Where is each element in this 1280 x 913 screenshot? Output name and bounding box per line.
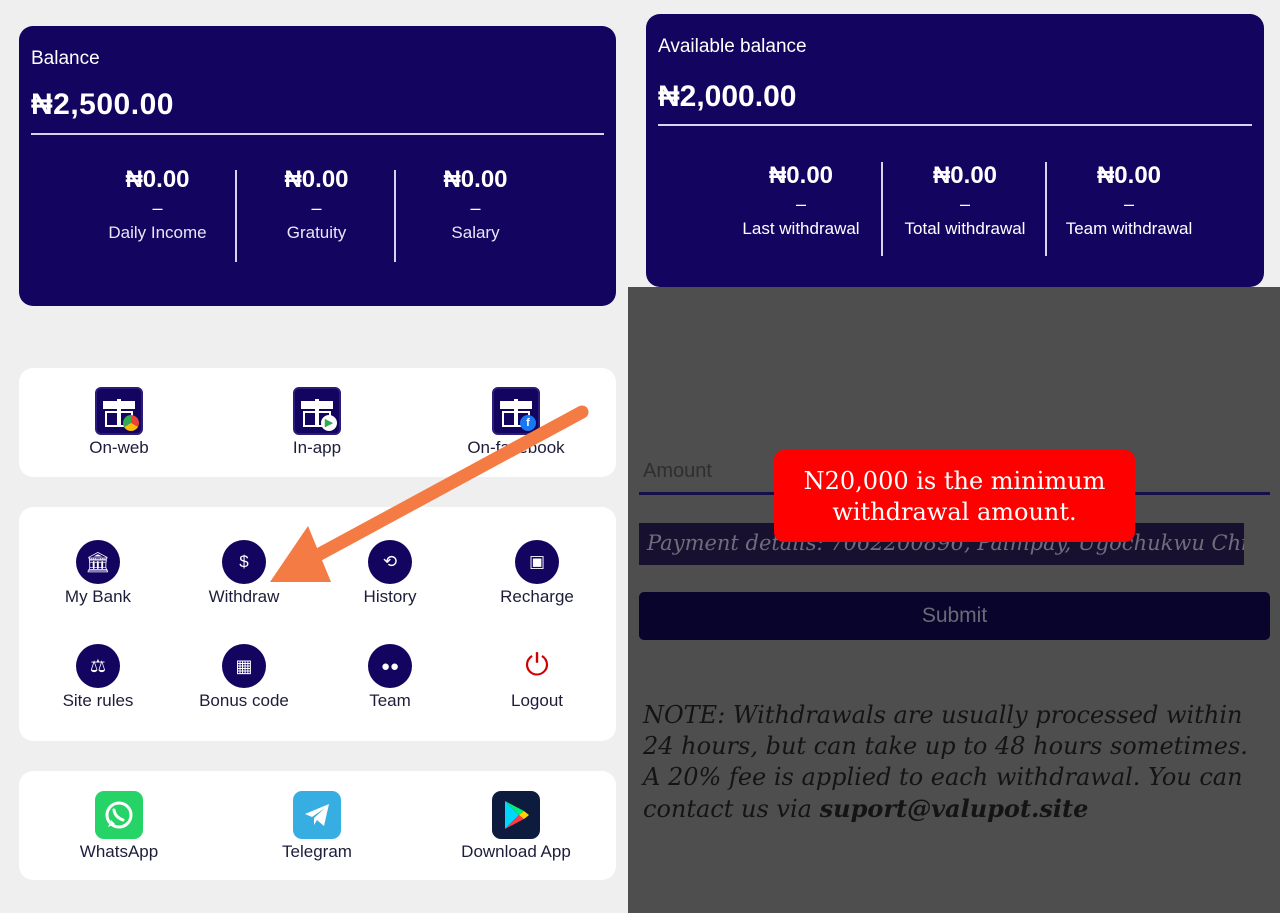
stat-label: Salary	[451, 223, 500, 242]
stat-label: Team withdrawal	[1065, 219, 1193, 238]
menu-label: My Bank	[64, 587, 132, 606]
menu-team[interactable]: ●● Team	[315, 644, 465, 711]
stat-dash: –	[311, 198, 322, 218]
left-screen: Balance ₦2,500.00 ₦0.00 – Daily Income ₦…	[0, 0, 628, 913]
menu-label: Logout	[511, 691, 563, 710]
google-play-icon	[492, 791, 540, 839]
withdrawal-stats: ₦0.00 – Last withdrawal ₦0.00 – Total wi…	[719, 162, 1211, 256]
menu-label: Site rules	[62, 691, 134, 710]
balance-stats: ₦0.00 – Daily Income ₦0.00 – Gratuity ₦0…	[78, 166, 555, 262]
stat-salary: ₦0.00 – Salary	[396, 166, 555, 243]
menu-label: Recharge	[500, 587, 574, 606]
stat-value: ₦0.00	[443, 166, 508, 193]
task-on-web[interactable]: On-web	[44, 387, 194, 458]
stat-dash: –	[795, 194, 806, 214]
social-download-app[interactable]: Download App	[441, 791, 591, 862]
menu-logout[interactable]: ⏻ Logout	[462, 644, 612, 711]
stat-value: ₦0.00	[284, 166, 349, 193]
gift-playstore-icon: ▶	[293, 387, 341, 435]
gift-chrome-icon	[95, 387, 143, 435]
social-label: WhatsApp	[79, 842, 159, 861]
task-label: On-facebook	[467, 438, 565, 457]
stat-label: Daily Income	[108, 223, 207, 242]
toast-line-2: withdrawal amount.	[832, 498, 1077, 526]
stat-value: ₦0.00	[932, 162, 998, 189]
gavel-icon: ⚖	[76, 644, 120, 688]
task-label: In-app	[292, 438, 342, 457]
menu-label: Team	[369, 691, 411, 710]
right-screen: Available balance ₦2,000.00 ₦0.00 – Last…	[628, 0, 1280, 913]
menu-label: Bonus code	[199, 691, 289, 710]
menu-withdraw[interactable]: $ Withdraw	[169, 540, 319, 607]
social-telegram[interactable]: Telegram	[242, 791, 392, 862]
available-label: Available balance	[658, 36, 807, 57]
stat-dash: –	[1123, 194, 1134, 214]
menu-bonus-code[interactable]: ▦ Bonus code	[169, 644, 319, 711]
gift-facebook-icon: f	[492, 387, 540, 435]
social-label: Telegram	[282, 842, 352, 861]
balance-card: Balance ₦2,500.00 ₦0.00 – Daily Income ₦…	[19, 26, 616, 306]
toast-line-1: N20,000 is the minimum	[803, 467, 1106, 495]
socials-card: WhatsApp Telegram Download App	[19, 771, 616, 880]
telegram-icon	[293, 791, 341, 839]
stat-dash: –	[470, 198, 481, 218]
stat-label: Gratuity	[286, 223, 347, 242]
menu-recharge[interactable]: ▣ Recharge	[462, 540, 612, 607]
task-label: On-web	[89, 438, 149, 457]
stat-value: ₦0.00	[768, 162, 834, 189]
bank-icon: 🏛	[76, 540, 120, 584]
menu-site-rules[interactable]: ⚖ Site rules	[23, 644, 173, 711]
balance-label: Balance	[31, 48, 100, 69]
stat-label: Total withdrawal	[904, 219, 1026, 238]
divider	[658, 124, 1252, 126]
divider	[31, 133, 604, 135]
history-icon: ⟲	[368, 540, 412, 584]
stat-total-withdrawal: ₦0.00 – Total withdrawal	[883, 162, 1047, 256]
box-icon: ▦	[222, 644, 266, 688]
task-in-app[interactable]: ▶ In-app	[242, 387, 392, 458]
social-whatsapp[interactable]: WhatsApp	[44, 791, 194, 862]
tasks-card: On-web ▶ In-app f On-facebook	[19, 368, 616, 477]
stat-gratuity: ₦0.00 – Gratuity	[237, 166, 396, 262]
stat-last-withdrawal: ₦0.00 – Last withdrawal	[719, 162, 883, 256]
social-label: Download App	[461, 842, 571, 861]
stat-value: ₦0.00	[1096, 162, 1162, 189]
power-icon: ⏻	[515, 644, 559, 688]
support-email[interactable]: suport@valupot.site	[820, 794, 1089, 823]
available-balance-card: Available balance ₦2,000.00 ₦0.00 – Last…	[646, 14, 1264, 287]
withdrawal-note: NOTE: Withdrawals are usually processed …	[643, 700, 1268, 825]
stat-dash: –	[959, 194, 970, 214]
stat-daily-income: ₦0.00 – Daily Income	[78, 166, 237, 262]
team-icon: ●●	[368, 644, 412, 688]
available-amount: ₦2,000.00	[658, 80, 797, 113]
menu-label: Withdraw	[208, 587, 280, 606]
menu-card: 🏛 My Bank $ Withdraw ⟲ History ▣ Recharg…	[19, 507, 616, 741]
stat-value: ₦0.00	[125, 166, 190, 193]
wallet-icon: ▣	[515, 540, 559, 584]
stat-team-withdrawal: ₦0.00 – Team withdrawal	[1047, 162, 1211, 239]
menu-label: History	[363, 587, 417, 606]
stat-dash: –	[152, 198, 163, 218]
stat-label: Last withdrawal	[742, 219, 860, 238]
menu-history[interactable]: ⟲ History	[315, 540, 465, 607]
whatsapp-icon	[95, 791, 143, 839]
menu-my-bank[interactable]: 🏛 My Bank	[23, 540, 173, 607]
task-on-facebook[interactable]: f On-facebook	[441, 387, 591, 458]
submit-button[interactable]: Submit	[639, 592, 1270, 640]
balance-amount: ₦2,500.00	[31, 88, 174, 121]
error-toast: N20,000 is the minimum withdrawal amount…	[774, 450, 1135, 542]
withdraw-icon: $	[222, 540, 266, 584]
